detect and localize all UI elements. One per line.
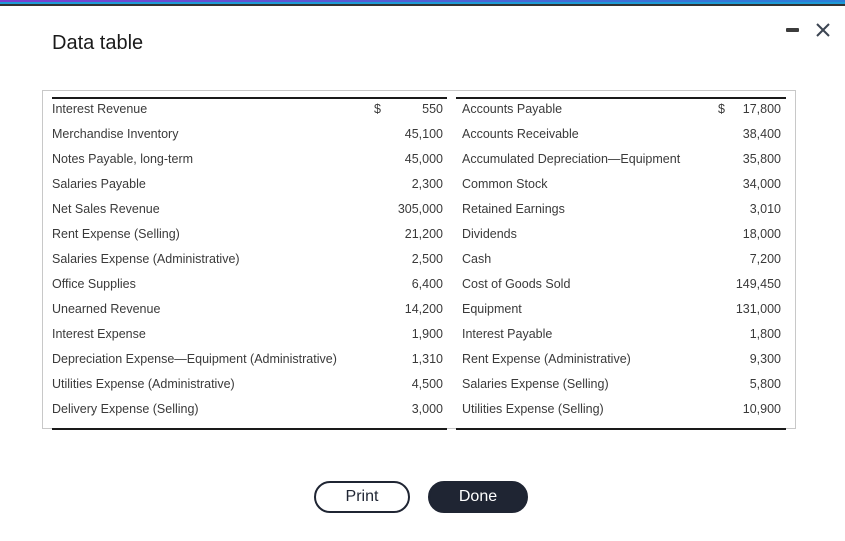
table-row: Net Sales Revenue 305,000 xyxy=(52,199,447,224)
table-row: Utilities Expense (Selling) 10,900 xyxy=(456,399,786,424)
table-row: Accumulated Depreciation—Equipment 35,800 xyxy=(456,149,786,174)
minimize-button[interactable] xyxy=(783,20,801,40)
table-row: Rent Expense (Selling) 21,200 xyxy=(52,224,447,249)
table-row: Office Supplies 6,400 xyxy=(52,274,447,299)
row-value: 18,000 xyxy=(742,227,781,241)
table-row: Interest Payable 1,800 xyxy=(456,324,786,349)
table-row: Merchandise Inventory 45,100 xyxy=(52,124,447,149)
row-label: Utilities Expense (Selling) xyxy=(462,402,604,416)
row-label: Accumulated Depreciation—Equipment xyxy=(462,152,681,166)
row-value: 131,000 xyxy=(735,302,781,316)
table-row: Dividends 18,000 xyxy=(456,224,786,249)
table-row: Interest Expense 1,900 xyxy=(52,324,447,349)
row-value: 550 xyxy=(422,102,443,116)
table-row: Common Stock 34,000 xyxy=(456,174,786,199)
row-value: 149,450 xyxy=(735,277,781,291)
table-row: Delivery Expense (Selling) 3,000 xyxy=(52,399,447,424)
row-value: 4,500 xyxy=(411,377,443,391)
table-row: Interest Revenue $550 xyxy=(52,99,447,124)
row-value: 14,200 xyxy=(404,302,443,316)
row-label: Rent Expense (Administrative) xyxy=(462,352,631,366)
row-label: Accounts Payable xyxy=(462,102,563,116)
row-value: 3,000 xyxy=(411,402,443,416)
row-value: 1,900 xyxy=(411,327,443,341)
table-row: Salaries Payable 2,300 xyxy=(52,174,447,199)
row-value: 35,800 xyxy=(742,152,781,166)
table-bottom-rule xyxy=(52,428,447,430)
table-column-right: Accounts Payable $17,800 Accounts Receivab… xyxy=(456,97,786,430)
currency-symbol: $ xyxy=(374,102,381,116)
row-value: 1,800 xyxy=(749,327,781,341)
row-label: Retained Earnings xyxy=(462,202,565,216)
close-icon xyxy=(816,23,830,37)
table-row: Notes Payable, long-term 45,000 xyxy=(52,149,447,174)
row-value: 3,010 xyxy=(749,202,781,216)
row-value: 21,200 xyxy=(404,227,443,241)
row-label: Common Stock xyxy=(462,177,548,191)
top-accent-bar xyxy=(0,0,845,6)
print-button[interactable]: Print xyxy=(314,481,410,513)
minimize-icon xyxy=(785,28,799,32)
row-label: Depreciation Expense—Equipment (Administ… xyxy=(52,352,337,366)
row-value: 305,000 xyxy=(397,202,443,216)
currency-symbol: $ xyxy=(718,102,725,116)
data-table: Interest Revenue $550 Merchandise Inventor… xyxy=(42,90,796,430)
table-row: Salaries Expense (Selling) 5,800 xyxy=(456,374,786,399)
row-label: Accounts Receivable xyxy=(462,127,579,141)
row-label: Cash xyxy=(462,252,492,266)
row-label: Utilities Expense (Administrative) xyxy=(52,377,235,391)
table-row: Accounts Payable $17,800 xyxy=(456,99,786,124)
table-row: Rent Expense (Administrative) 9,300 xyxy=(456,349,786,374)
row-value: 45,100 xyxy=(404,127,443,141)
row-label: Dividends xyxy=(462,227,517,241)
row-label: Merchandise Inventory xyxy=(52,127,179,141)
table-row: Cost of Goods Sold 149,450 xyxy=(456,274,786,299)
table-row: Equipment 131,000 xyxy=(456,299,786,324)
row-value: 2,300 xyxy=(411,177,443,191)
row-label: Delivery Expense (Selling) xyxy=(52,402,199,416)
row-value: 1,310 xyxy=(411,352,443,366)
row-label: Equipment xyxy=(462,302,522,316)
row-value: 10,900 xyxy=(742,402,781,416)
row-label: Interest Revenue xyxy=(52,102,148,116)
row-value: 7,200 xyxy=(749,252,781,266)
dialog-title: Data table xyxy=(52,32,144,54)
row-label: Salaries Expense (Administrative) xyxy=(52,252,240,266)
row-label: Salaries Expense (Selling) xyxy=(462,377,609,391)
row-label: Net Sales Revenue xyxy=(52,202,160,216)
row-label: Interest Expense xyxy=(52,327,146,341)
done-button[interactable]: Done xyxy=(428,481,528,513)
table-row: Retained Earnings 3,010 xyxy=(456,199,786,224)
row-value: 9,300 xyxy=(749,352,781,366)
table-row: Cash 7,200 xyxy=(456,249,786,274)
row-value: 5,800 xyxy=(749,377,781,391)
table-row: Depreciation Expense—Equipment (Administ… xyxy=(52,349,447,374)
row-label: Rent Expense (Selling) xyxy=(52,227,180,241)
row-label: Notes Payable, long-term xyxy=(52,152,194,166)
row-label: Interest Payable xyxy=(462,327,553,341)
row-value: 17,800 xyxy=(742,102,781,116)
row-label: Unearned Revenue xyxy=(52,302,161,316)
table-row: Accounts Receivable 38,400 xyxy=(456,124,786,149)
close-button[interactable] xyxy=(813,20,833,40)
table-column-left: Interest Revenue $550 Merchandise Inventor… xyxy=(52,97,447,430)
row-value: 34,000 xyxy=(742,177,781,191)
row-value: 38,400 xyxy=(742,127,781,141)
row-label: Salaries Payable xyxy=(52,177,146,191)
row-label: Cost of Goods Sold xyxy=(462,277,571,291)
row-value: 45,000 xyxy=(404,152,443,166)
row-label: Office Supplies xyxy=(52,277,136,291)
table-row: Unearned Revenue 14,200 xyxy=(52,299,447,324)
table-row: Salaries Expense (Administrative) 2,500 xyxy=(52,249,447,274)
row-value: 2,500 xyxy=(411,252,443,266)
row-value: 6,400 xyxy=(411,277,443,291)
table-row: Utilities Expense (Administrative) 4,500 xyxy=(52,374,447,399)
table-bottom-rule xyxy=(456,428,786,430)
